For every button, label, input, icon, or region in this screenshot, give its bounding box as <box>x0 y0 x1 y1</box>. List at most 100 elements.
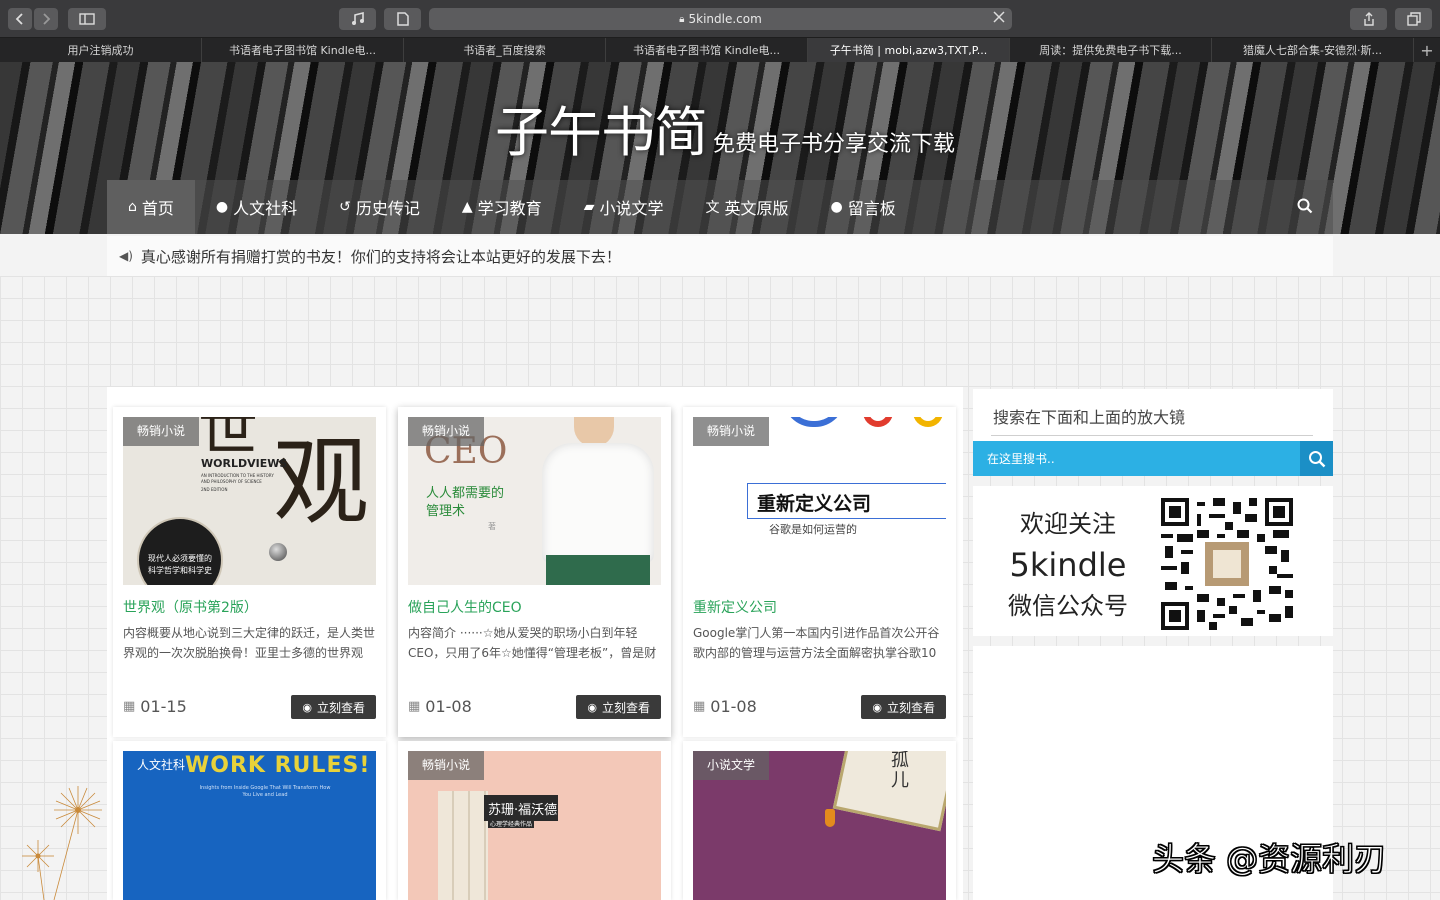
cover-english-sub: AN INTRODUCTION TO THE HISTORY AND PHILO… <box>201 473 274 484</box>
category-badge[interactable]: 小说文学 <box>693 751 770 780</box>
post-date: ▦ 01-08 <box>693 697 757 716</box>
share-icon <box>1363 12 1374 26</box>
post-card[interactable]: 重新定义公司 谷歌是如何运营的 畅销小说 重新定义公司 Google掌门人第一本… <box>683 407 956 737</box>
nav-label: 英文原版 <box>724 199 789 218</box>
category-badge[interactable]: 人文社科 <box>123 751 199 780</box>
sidebar-search-input[interactable]: 在这里搜书.. <box>973 441 1300 476</box>
graduation-cap-icon: ▲ <box>461 199 473 215</box>
nav-item-education[interactable]: ▲ 学习教育 <box>441 180 563 234</box>
tabs-overview-button[interactable] <box>1395 8 1432 30</box>
view-button[interactable]: ◉ 立刻查看 <box>576 695 661 719</box>
post-title[interactable]: 做自己人生的CEO <box>408 597 522 617</box>
cover-subtitle: Insights from Inside Google That Will Tr… <box>199 785 331 798</box>
nav-search-button[interactable] <box>1297 198 1313 218</box>
browser-tab[interactable]: 用户注销成功 <box>0 38 202 62</box>
browser-toolbar: 🔒︎ 5kindle.com <box>0 0 1440 38</box>
share-button[interactable] <box>1350 8 1387 30</box>
site-logo[interactable]: 子午书简 免费电子书分享交流下载 <box>495 102 955 164</box>
close-icon[interactable] <box>993 11 1005 26</box>
browser-tab-active[interactable]: 子午书简 | mobi,azw3,TXT,P... <box>808 38 1010 62</box>
cover-title: 重新定义公司 <box>757 493 872 515</box>
cover-edition: 2ND EDITION <box>201 487 228 492</box>
book-icon: ▰ <box>583 199 595 215</box>
category-badge[interactable]: 畅销小说 <box>408 751 485 780</box>
new-tab-button[interactable]: + <box>1414 38 1440 62</box>
search-widget-title: 搜索在下面和上面的放大镜 <box>993 408 1186 427</box>
nav-item-english[interactable]: 文英文原版 <box>684 180 809 234</box>
announcement-text: 真心感谢所有捐赠打赏的书友！你们的支持将会让本站更好的发展下去！ <box>140 247 621 266</box>
nav-item-fiction[interactable]: ▰ 小说文学 <box>563 180 685 234</box>
view-button-label: 立刻查看 <box>601 700 650 715</box>
cover-subtitle: 谷歌是如何运营的 <box>769 523 857 536</box>
google-logo-fragment <box>783 417 946 427</box>
post-card[interactable]: WORK RULES! Insights from Inside Google … <box>113 741 386 900</box>
back-button[interactable] <box>8 8 32 30</box>
view-button[interactable]: ◉ 立刻查看 <box>861 695 946 719</box>
post-card[interactable]: CEO 人人都需要的管理术 著 畅销小说 做自己人生的CEO 内容简介 ····… <box>398 407 671 737</box>
nav-label: 小说文学 <box>599 199 664 218</box>
home-icon: ⌂ <box>128 199 137 215</box>
sidebar-search-button[interactable] <box>1300 441 1333 476</box>
nav-item-guestbook[interactable]: ● 留言板 <box>810 180 917 234</box>
logo-subtitle: 免费电子书分享交流下载 <box>713 132 956 157</box>
url-text: 5kindle.com <box>688 12 762 26</box>
cover-english-title: WORLDVIEWS <box>201 457 288 470</box>
cover-title: WORK RULES! <box>185 753 371 778</box>
category-badge[interactable]: 畅销小说 <box>693 417 770 446</box>
post-title[interactable]: 世界观（原书第2版） <box>123 597 258 617</box>
globe-icon: ● <box>215 199 229 215</box>
lamp-icon <box>825 809 835 827</box>
forward-button[interactable] <box>34 8 58 30</box>
cover-frame <box>832 751 946 832</box>
post-list: 观 世 WORLDVIEWS AN INTRODUCTION TO THE HI… <box>107 387 963 900</box>
nav-label: 留言板 <box>847 199 896 218</box>
sidebar-toggle-button[interactable] <box>68 8 106 30</box>
nav-label: 学习教育 <box>477 199 542 218</box>
browser-tab[interactable]: 周读：提供免费电子书下载... <box>1010 38 1212 62</box>
chevron-right-icon <box>43 13 51 25</box>
calendar-icon: ▦ <box>693 699 706 714</box>
history-icon: ↺ <box>339 199 351 215</box>
message-icon: ● <box>830 199 843 215</box>
watermark-text: 头条 @资源利刃 <box>1151 840 1387 879</box>
browser-tab[interactable]: 书语者电子图书馆 Kindle电... <box>202 38 404 62</box>
view-button-label: 立刻查看 <box>316 700 365 715</box>
eye-icon: ◉ <box>872 700 882 714</box>
view-button-label: 立刻查看 <box>886 700 935 715</box>
calendar-icon: ▦ <box>408 699 421 714</box>
lock-icon: 🔒︎ <box>679 13 685 25</box>
extension-button[interactable] <box>339 8 376 30</box>
nav-label: 历史传记 <box>355 199 420 218</box>
browser-tab[interactable]: 猎魔人七部合集-安德烈·斯... <box>1212 38 1414 62</box>
post-date-text: 01-08 <box>425 697 472 716</box>
search-icon <box>1297 198 1313 214</box>
document-icon <box>396 12 409 26</box>
view-button[interactable]: ◉ 立刻查看 <box>291 695 376 719</box>
post-card[interactable]: 观 世 WORLDVIEWS AN INTRODUCTION TO THE HI… <box>113 407 386 737</box>
category-badge[interactable]: 畅销小说 <box>123 417 200 446</box>
divider <box>991 435 1313 436</box>
reader-button[interactable] <box>384 8 421 30</box>
cover-title: 苏珊·福沃德 <box>488 803 558 818</box>
calendar-icon: ▦ <box>123 699 136 714</box>
wechat-line-2: 5kindle <box>1009 546 1127 584</box>
post-excerpt: 内容概要从地心说到三大定律的跃迁，是人类世界观的一次次脱胎换骨！亚里士多德的世界… <box>123 626 376 660</box>
eye-icon: ◉ <box>302 700 312 714</box>
nav-item-home[interactable]: ⌂ 首页 <box>107 180 195 234</box>
browser-tab[interactable]: 书语者电子图书馆 Kindle电... <box>606 38 808 62</box>
browser-tab[interactable]: 书语者_百度搜索 <box>404 38 606 62</box>
speaker-icon: ◀) <box>119 249 133 263</box>
nav-item-humanities[interactable]: ● 人文社科 <box>195 180 318 234</box>
nav-label: 首页 <box>141 199 174 218</box>
category-badge[interactable]: 畅销小说 <box>408 417 485 446</box>
post-card[interactable]: 苏珊·福沃德 心理学经典作品 畅销小说 <box>398 741 671 900</box>
post-card[interactable]: 孤儿 小说文学 <box>683 741 956 900</box>
music-note-icon <box>351 12 364 25</box>
nav-item-history[interactable]: ↺ 历史传记 <box>318 180 441 234</box>
cover-books <box>438 791 488 900</box>
address-bar[interactable]: 🔒︎ 5kindle.com <box>429 8 1012 30</box>
cover-subtitle: 人人都需要的管理术 <box>426 486 505 519</box>
wechat-line-1: 欢迎关注 <box>1020 510 1116 538</box>
post-title[interactable]: 重新定义公司 <box>693 597 777 617</box>
cover-circle-text: 现代人必须要懂的科学哲学和科学史 <box>148 554 212 575</box>
